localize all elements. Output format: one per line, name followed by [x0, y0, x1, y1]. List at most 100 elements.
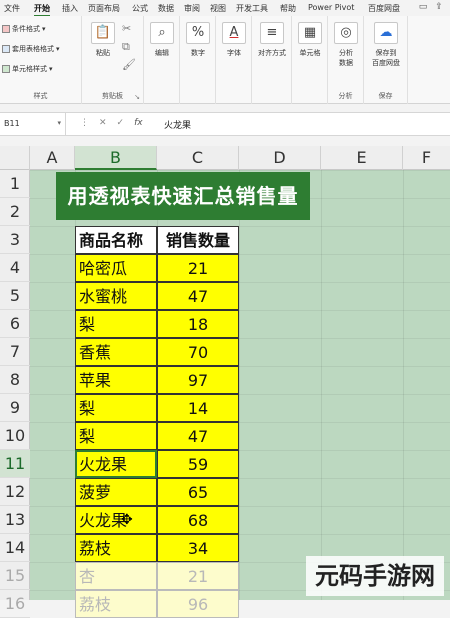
format-painter-icon[interactable]: 🖌 [122, 58, 136, 71]
tab-home[interactable]: 开始 [34, 3, 50, 17]
column-header-f[interactable]: F [403, 146, 450, 170]
product-name-cell[interactable]: 梨 [75, 394, 157, 422]
row-header[interactable]: 12 [0, 478, 30, 506]
menu-bar: 文件 开始 插入 页面布局 公式 数据 审阅 视图 开发工具 帮助 Power … [0, 0, 450, 17]
product-name-cell[interactable]: 荔枝 [75, 590, 157, 618]
alignment-button[interactable]: ≡ 对齐方式 [255, 22, 289, 58]
sales-qty-cell[interactable]: 18 [157, 310, 239, 338]
percent-icon: % [186, 22, 210, 44]
product-name-cell[interactable]: 火龙果 [75, 506, 157, 534]
tab-baidu-netdisk[interactable]: 百度网盘 [368, 3, 400, 14]
menu-icons: ▭ ⇪ [418, 2, 444, 12]
row-header[interactable]: 6 [0, 310, 30, 338]
cloud-icon: ☁ [374, 22, 398, 44]
sales-qty-cell[interactable]: 70 [157, 338, 239, 366]
sales-qty-cell[interactable]: 65 [157, 478, 239, 506]
product-name-cell[interactable]: 哈密瓜 [75, 254, 157, 282]
product-name-cell[interactable]: 苹果 [75, 366, 157, 394]
tab-view[interactable]: 视图 [210, 3, 226, 14]
tab-power-pivot[interactable]: Power Pivot [308, 3, 354, 12]
row-header[interactable]: 5 [0, 282, 30, 310]
row-header[interactable]: 8 [0, 366, 30, 394]
sales-qty-cell[interactable]: 97 [157, 366, 239, 394]
formula-input[interactable]: 火龙果 [164, 118, 191, 131]
product-name-cell[interactable]: 荔枝 [75, 534, 157, 562]
insert-function-icon[interactable]: fx [134, 118, 143, 128]
active-cell[interactable]: 火龙果 [75, 450, 157, 478]
table-header-row: 商品名称 销售数量 [75, 226, 239, 254]
tab-help[interactable]: 帮助 [280, 3, 296, 14]
tab-insert[interactable]: 插入 [62, 3, 78, 14]
sales-qty-cell[interactable]: 34 [157, 534, 239, 562]
tab-file[interactable]: 文件 [4, 3, 20, 14]
sales-qty-cell[interactable]: 21 [157, 562, 239, 590]
select-all-corner[interactable] [0, 146, 30, 170]
row-header[interactable]: 15 [0, 562, 30, 590]
formula-bar: B11 ▾ ⋮ ✕ ✓ fx 火龙果 [0, 112, 450, 136]
edit-button[interactable]: ⌕ 编辑 [145, 22, 179, 58]
number-format-button[interactable]: % 数字 [181, 22, 215, 58]
row-header[interactable]: 4 [0, 254, 30, 282]
cut-icon[interactable]: ✂ [122, 22, 131, 35]
table-format-button[interactable]: 套用表格格式 ▾ [2, 44, 60, 54]
cancel-icon[interactable]: ✕ [99, 118, 107, 128]
comment-icon[interactable]: ▭ [418, 2, 428, 12]
product-name-cell[interactable]: 菠萝 [75, 478, 157, 506]
sales-qty-cell[interactable]: 47 [157, 422, 239, 450]
column-header-e[interactable]: E [321, 146, 403, 170]
copy-icon[interactable]: ⧉ [122, 40, 130, 54]
name-box[interactable]: B11 ▾ [0, 113, 66, 135]
share-icon[interactable]: ⇪ [434, 2, 444, 12]
sales-qty-cell[interactable]: 21 [157, 254, 239, 282]
conditional-format-button[interactable]: 条件格式 ▾ [2, 24, 46, 34]
sales-qty-cell[interactable]: 47 [157, 282, 239, 310]
paste-button[interactable]: 📋 粘贴 [86, 22, 120, 58]
row-header[interactable]: 13 [0, 506, 30, 534]
row-header[interactable]: 9 [0, 394, 30, 422]
worksheet-grid[interactable]: 用透视表快速汇总销售量 商品名称 销售数量 哈密瓜 21 水蜜桃 47 梨 18… [30, 170, 450, 618]
cell-styles-button[interactable]: 单元格样式 ▾ [2, 64, 53, 74]
sales-qty-cell[interactable]: 59 [157, 450, 239, 478]
product-name-cell[interactable]: 水蜜桃 [75, 282, 157, 310]
conditional-format-icon [2, 25, 10, 33]
save-to-netdisk-button[interactable]: ☁ 保存到 百度网盘 [369, 22, 403, 68]
column-header-d[interactable]: D [239, 146, 321, 170]
row-header[interactable]: 14 [0, 534, 30, 562]
tab-data[interactable]: 数据 [158, 3, 174, 14]
product-name-cell[interactable]: 梨 [75, 310, 157, 338]
tab-page-layout[interactable]: 页面布局 [88, 3, 120, 14]
mouse-cursor-icon: ✥ [121, 512, 133, 528]
product-name-cell[interactable]: 香蕉 [75, 338, 157, 366]
sheet-title-banner[interactable]: 用透视表快速汇总销售量 [56, 172, 310, 220]
header-cell-qty[interactable]: 销售数量 [157, 226, 239, 254]
product-name-cell[interactable]: 梨 [75, 422, 157, 450]
font-button[interactable]: A 字体 [217, 22, 251, 58]
column-header-a[interactable]: A [30, 146, 75, 170]
confirm-icon[interactable]: ✓ [117, 118, 125, 128]
header-cell-name[interactable]: 商品名称 [75, 226, 157, 254]
row-header[interactable]: 3 [0, 226, 30, 254]
column-header-b[interactable]: B [75, 146, 157, 170]
alignment-group: ≡ 对齐方式 [252, 16, 292, 104]
row-header[interactable]: 10 [0, 422, 30, 450]
edit-label: 编辑 [155, 49, 169, 57]
tab-developer[interactable]: 开发工具 [236, 3, 268, 14]
table-row: 荔枝 96 [75, 590, 239, 618]
row-header[interactable]: 7 [0, 338, 30, 366]
analyze-data-button[interactable]: ◎ 分析 数据 [329, 22, 363, 68]
conditional-format-label: 条件格式 [12, 25, 40, 33]
row-header-selected[interactable]: 11 [0, 450, 30, 478]
sales-qty-cell[interactable]: 14 [157, 394, 239, 422]
chevron-down-icon[interactable]: ▾ [57, 119, 61, 127]
clipboard-launcher-icon[interactable]: ↘ [134, 93, 140, 101]
product-name-cell[interactable]: 杏 [75, 562, 157, 590]
cells-button[interactable]: ▦ 单元格 [293, 22, 327, 58]
tab-formulas[interactable]: 公式 [132, 3, 148, 14]
row-header[interactable]: 16 [0, 590, 30, 618]
row-header[interactable]: 1 [0, 170, 30, 198]
column-header-c[interactable]: C [157, 146, 239, 170]
tab-review[interactable]: 审阅 [184, 3, 200, 14]
row-header[interactable]: 2 [0, 198, 30, 226]
sales-qty-cell[interactable]: 68 [157, 506, 239, 534]
sales-qty-cell[interactable]: 96 [157, 590, 239, 618]
